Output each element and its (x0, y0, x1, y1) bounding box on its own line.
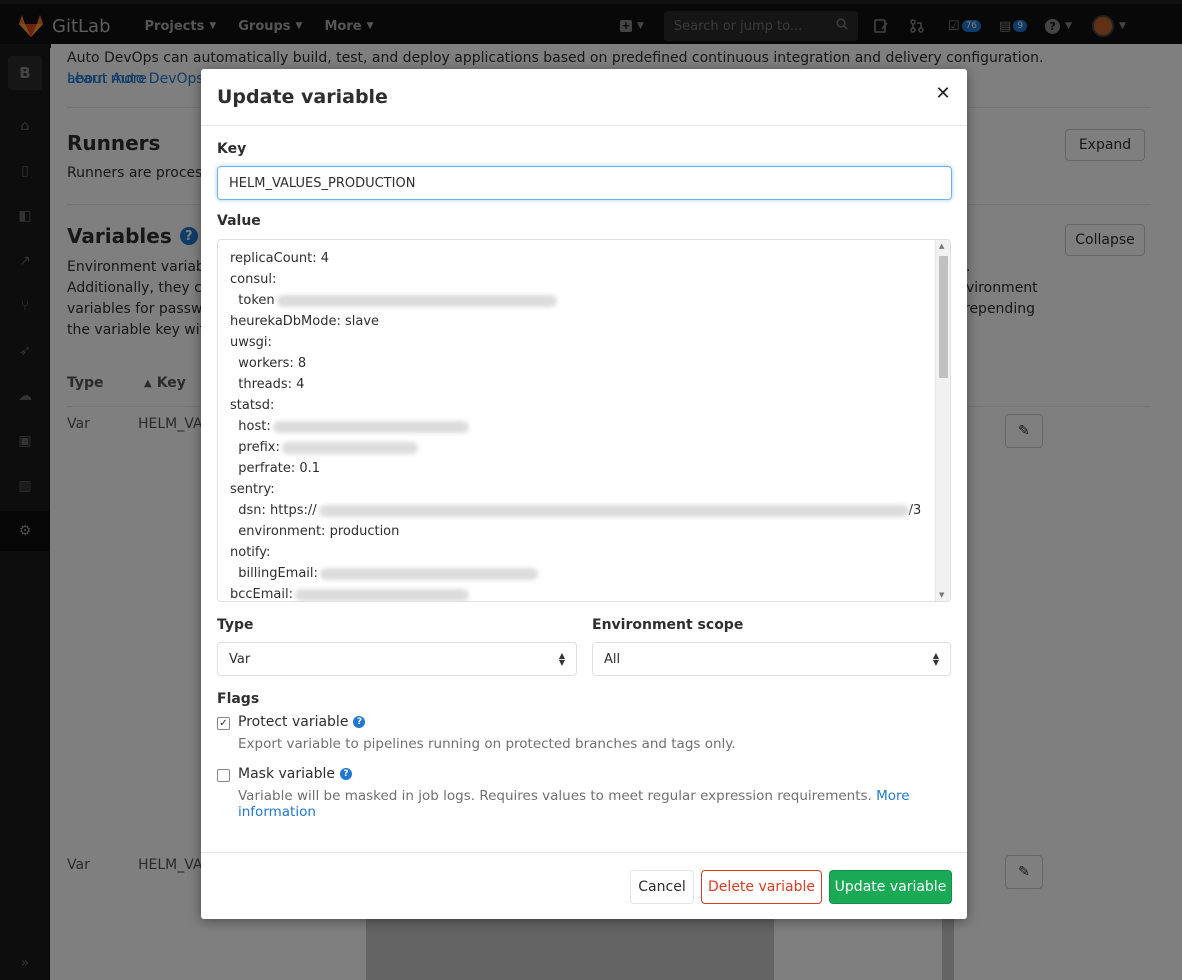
value-line: dsn: https:// /3 (230, 500, 921, 521)
value-line-text: billingEmail: (230, 566, 318, 581)
redacted-value (295, 588, 469, 601)
value-line-text: prefix: (230, 440, 280, 455)
value-line: environment: production (230, 521, 921, 542)
select-caret-icon: ▲ ▼ (932, 651, 939, 667)
protect-variable-label-text: Protect variable (238, 714, 349, 730)
value-line: notify: (230, 542, 921, 563)
redacted-value (281, 441, 418, 454)
value-line: bccEmail: (230, 584, 921, 602)
value-line-text: dsn: https:// (230, 503, 317, 518)
value-line: statsd: (230, 395, 921, 416)
protect-variable-help: Export variable to pipelines running on … (238, 736, 736, 752)
modal-header: Update variable ✕ (201, 69, 967, 126)
value-line-text: workers: 8 (230, 356, 307, 371)
value-label: Value (217, 213, 261, 229)
redacted-value (276, 294, 557, 307)
mask-variable-label[interactable]: Mask variable ? (238, 766, 352, 782)
key-input[interactable]: HELM_VALUES_PRODUCTION (217, 166, 952, 200)
scroll-thumb[interactable] (939, 256, 948, 378)
protect-variable-label[interactable]: Protect variable ? (238, 714, 366, 730)
more-information-link[interactable]: More (876, 788, 909, 804)
environment-scope-label: Environment scope (592, 617, 744, 633)
value-line-suffix: /3 (908, 503, 922, 518)
key-label: Key (217, 141, 247, 157)
update-variable-button[interactable]: Update variable (829, 870, 952, 904)
scroll-up-arrow-icon[interactable]: ▲ (939, 242, 944, 250)
modal-title: Update variable (217, 86, 388, 108)
environment-scope-select[interactable]: All ▲ ▼ (592, 642, 951, 676)
mask-variable-label-text: Mask variable (238, 766, 335, 782)
scroll-down-arrow-icon[interactable]: ▼ (939, 591, 944, 599)
more-information-link[interactable]: information (238, 804, 316, 820)
value-line-text: token (230, 293, 275, 308)
value-line: perfrate: 0.1 (230, 458, 921, 479)
value-line-text: consul: (230, 272, 277, 287)
cancel-button[interactable]: Cancel (630, 870, 694, 904)
value-line-text: statsd: (230, 398, 275, 413)
value-line-text: uwsgi: (230, 335, 272, 350)
protect-variable-checkbox[interactable]: ✓ (217, 717, 230, 730)
value-line: prefix: (230, 437, 921, 458)
flags-label: Flags (217, 691, 260, 707)
value-line-text: bccEmail: (230, 587, 293, 602)
redacted-value (319, 567, 538, 580)
key-input-value: HELM_VALUES_PRODUCTION (229, 175, 416, 191)
type-label: Type (217, 617, 254, 633)
mask-variable-checkbox[interactable] (217, 769, 230, 782)
value-line-text: replicaCount: 4 (230, 251, 330, 266)
value-line: consul: (230, 269, 921, 290)
close-icon[interactable]: ✕ (933, 83, 953, 104)
value-line-text: threads: 4 (230, 377, 305, 392)
question-circle-icon[interactable]: ? (340, 768, 352, 780)
checkmark-icon: ✓ (219, 718, 228, 729)
value-line-text: sentry: (230, 482, 275, 497)
select-caret-icon: ▲ ▼ (558, 651, 565, 667)
value-line: token (230, 290, 921, 311)
delete-variable-button[interactable]: Delete variable (701, 870, 822, 904)
type-select-value: Var (229, 651, 251, 667)
update-variable-modal: Update variable ✕ Key HELM_VALUES_PRODUC… (201, 69, 967, 919)
redacted-value (318, 504, 909, 517)
value-line: threads: 4 (230, 374, 921, 395)
value-scrollbar[interactable]: ▲ ▼ (935, 240, 950, 601)
value-line-text: heurekaDbMode: slave (230, 314, 380, 329)
type-select[interactable]: Var ▲ ▼ (217, 642, 577, 676)
environment-scope-value: All (604, 651, 621, 667)
value-line: host: (230, 416, 921, 437)
mask-variable-help-text: Variable will be masked in job logs. Req… (238, 788, 872, 804)
value-textarea[interactable]: replicaCount: 4 consul: token heurekaDbMod… (217, 239, 951, 602)
value-line: sentry: (230, 479, 921, 500)
modal-footer: Cancel Delete variable Update variable (201, 852, 967, 919)
value-line-text: environment: production (230, 524, 400, 539)
value-line: heurekaDbMode: slave (230, 311, 921, 332)
value-line-text: notify: (230, 545, 271, 560)
value-line: replicaCount: 4 (230, 248, 921, 269)
mask-variable-help-line2: information (238, 804, 316, 820)
question-circle-icon[interactable]: ? (353, 716, 366, 728)
redacted-value (272, 420, 469, 433)
value-line: billingEmail: (230, 563, 921, 584)
mask-variable-help: Variable will be masked in job logs. Req… (238, 788, 928, 804)
value-line-text: perfrate: 0.1 (230, 461, 321, 476)
value-line-text: host: (230, 419, 271, 434)
value-text: replicaCount: 4 consul: token heurekaDbMod… (230, 248, 921, 602)
value-line: workers: 8 (230, 353, 921, 374)
value-line: uwsgi: (230, 332, 921, 353)
